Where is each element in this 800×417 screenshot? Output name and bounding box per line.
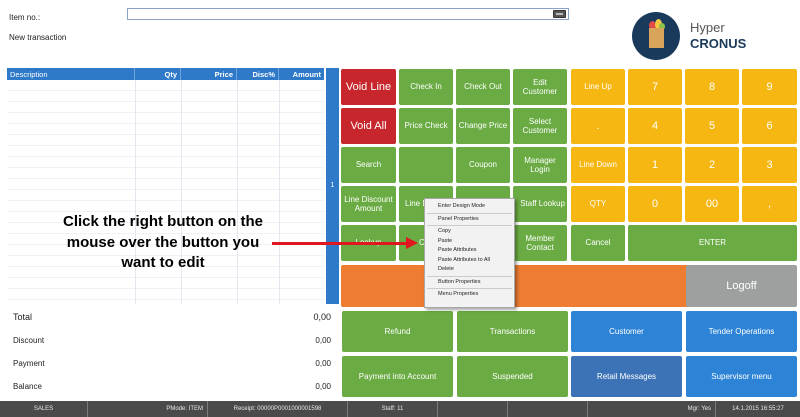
key-dot[interactable]: . xyxy=(571,108,625,144)
suspended-button[interactable]: Suspended xyxy=(457,356,568,397)
menu-separator xyxy=(427,275,512,277)
payment-label: Payment xyxy=(13,359,45,368)
keyboard-icon[interactable] xyxy=(553,10,566,18)
col-description: Description xyxy=(7,68,135,80)
key-comma[interactable]: , xyxy=(742,186,797,222)
key-6[interactable]: 6 xyxy=(742,108,797,144)
status-staff: Staff: 11 xyxy=(348,401,438,417)
total-row: Total 0,00 xyxy=(13,312,331,322)
journal-table-header: Description Qty Price Disc% Amount xyxy=(7,68,324,80)
blank-button[interactable] xyxy=(399,147,453,183)
payment-row: Payment 0,00 xyxy=(13,359,331,368)
retail-messages-button[interactable]: Retail Messages xyxy=(571,356,682,397)
menu-separator xyxy=(427,288,512,289)
customer-button[interactable]: Customer xyxy=(571,311,682,352)
col-qty: Qty xyxy=(135,68,181,80)
key-8[interactable]: 8 xyxy=(685,69,739,105)
status-mgr: Mgr: Yes xyxy=(588,401,716,417)
supervisor-menu-button[interactable]: Supervisor menu xyxy=(686,356,797,397)
menu-item-delete[interactable]: Delete xyxy=(425,265,514,275)
menu-item-menu-properties[interactable]: Menu Properties xyxy=(425,290,514,300)
discount-row: Discount 0,00 xyxy=(13,336,331,345)
transactions-button[interactable]: Transactions xyxy=(457,311,568,352)
status-empty-2 xyxy=(508,401,588,417)
annotation-arrow-line xyxy=(272,242,409,245)
menu-item-paste[interactable]: Paste xyxy=(425,237,514,247)
key-9[interactable]: 9 xyxy=(742,69,797,105)
menu-item-panel-properties[interactable]: Panel Properties xyxy=(425,215,514,225)
logo-text-hyper: Hyper xyxy=(690,20,725,35)
void-line-button[interactable]: Void Line xyxy=(341,69,396,105)
logoff-button[interactable]: Logoff xyxy=(686,265,797,307)
status-receipt: Receipt: 00000P0001000001598 xyxy=(208,401,348,417)
staff-lookup-button[interactable]: Staff Lookup xyxy=(513,186,567,222)
menu-separator xyxy=(427,225,512,226)
status-sales: SALES xyxy=(0,401,88,417)
key-1[interactable]: 1 xyxy=(628,147,682,183)
menu-item-paste-attributes-to-all[interactable]: Paste Attributes to All xyxy=(425,256,514,266)
cancel-button[interactable]: Cancel xyxy=(571,225,625,261)
item-no-input[interactable] xyxy=(127,8,569,20)
key-3[interactable]: 3 xyxy=(742,147,797,183)
tender-operations-button[interactable]: Tender Operations xyxy=(686,311,797,352)
col-price: Price xyxy=(181,68,237,80)
transaction-status: New transaction xyxy=(9,33,67,42)
enter-button[interactable]: ENTER xyxy=(628,225,797,261)
key-0[interactable]: 0 xyxy=(628,186,682,222)
qty-button[interactable]: QTY xyxy=(571,186,625,222)
key-00[interactable]: 00 xyxy=(685,186,739,222)
col-amount: Amount xyxy=(292,70,321,79)
item-no-label: Item no.: xyxy=(9,13,41,22)
discount-label: Discount xyxy=(13,336,45,345)
key-2[interactable]: 2 xyxy=(685,147,739,183)
key-5[interactable]: 5 xyxy=(685,108,739,144)
col-disc: Disc% xyxy=(237,68,279,80)
menu-item-copy[interactable]: Copy xyxy=(425,227,514,237)
balance-value: 0,00 xyxy=(315,382,331,391)
total-label: Total xyxy=(13,312,33,322)
balance-label: Balance xyxy=(13,382,42,391)
price-check-button[interactable]: Price Check xyxy=(399,108,453,144)
void-all-button[interactable]: Void All xyxy=(341,108,396,144)
payment-into-account-button[interactable]: Payment into Account xyxy=(342,356,453,397)
total-value: 0,00 xyxy=(313,312,331,322)
member-contact-button[interactable]: Member Contact xyxy=(513,225,567,261)
change-price-button[interactable]: Change Price xyxy=(456,108,510,144)
refund-button[interactable]: Refund xyxy=(342,311,453,352)
status-datetime: 14.1.2015 16:55:27 xyxy=(732,406,784,412)
logo-bag-icon xyxy=(649,28,664,48)
edit-customer-button[interactable]: Edit Customer xyxy=(513,69,567,105)
key-4[interactable]: 4 xyxy=(628,108,682,144)
manager-login-button[interactable]: Manager Login xyxy=(513,147,567,183)
check-out-button[interactable]: Check Out xyxy=(456,69,510,105)
balance-row: Balance 0,00 xyxy=(13,382,331,391)
line-down-button[interactable]: Line Down xyxy=(571,147,625,183)
key-7[interactable]: 7 xyxy=(628,69,682,105)
line-up-button[interactable]: Line Up xyxy=(571,69,625,105)
status-mode: PMode: ITEM xyxy=(88,401,208,417)
instruction-annotation: Click the right button on the mouse over… xyxy=(63,213,263,272)
discount-value: 0,00 xyxy=(315,336,331,345)
logo-text-cronus: CRONUS xyxy=(690,36,747,51)
line-discount-amount-button[interactable]: Line Discount Amount xyxy=(341,186,396,222)
search-button[interactable]: Search xyxy=(341,147,396,183)
journal-page-indicator: 1 xyxy=(330,182,335,189)
payment-value: 0,00 xyxy=(315,359,331,368)
pos-screen: Item no.: New transaction Hyper CRONUS D… xyxy=(0,0,800,417)
start-button[interactable]: RT xyxy=(341,265,708,307)
context-menu: Enter Design Mode Panel Properties Copy … xyxy=(424,198,515,308)
check-in-button[interactable]: Check In xyxy=(399,69,453,105)
select-customer-button[interactable]: Select Customer xyxy=(513,108,567,144)
annotation-arrow-head-icon xyxy=(406,237,418,249)
menu-item-enter-design-mode[interactable]: Enter Design Mode xyxy=(425,202,514,212)
coupon-button[interactable]: Coupon xyxy=(456,147,510,183)
menu-separator xyxy=(427,212,512,214)
menu-item-button-properties[interactable]: Button Properties xyxy=(425,278,514,288)
status-bar: SALES PMode: ITEM Receipt: 00000P0001000… xyxy=(0,401,800,417)
menu-item-paste-attributes[interactable]: Paste Attributes xyxy=(425,246,514,256)
status-empty-1 xyxy=(438,401,508,417)
